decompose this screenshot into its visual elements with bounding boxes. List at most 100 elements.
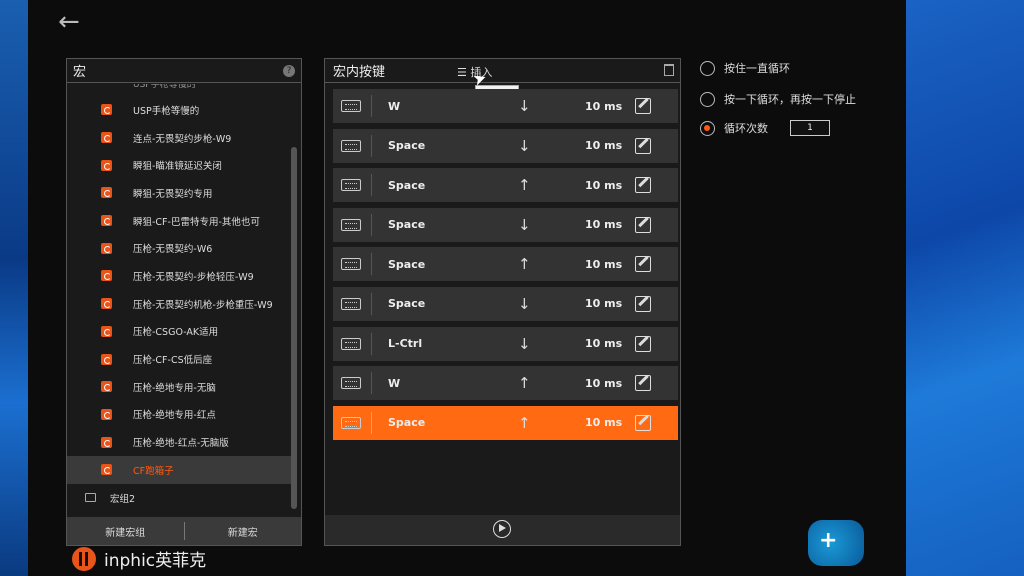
- macro-icon: [101, 270, 112, 282]
- list-item-label: 压枪-CSGO-AK适用: [133, 327, 219, 339]
- loop-count-input[interactable]: 1: [790, 120, 830, 136]
- row-divider: [371, 253, 372, 276]
- play-icon[interactable]: [493, 520, 511, 538]
- key-rows: W ↓ 10 ms Space ↓ 10 ms Space ↑ 10 ms Space ↓ 10…: [333, 89, 678, 445]
- back-arrow-icon[interactable]: ←: [58, 8, 86, 36]
- macro-icon: [101, 436, 112, 448]
- new-group-button[interactable]: 新建宏组: [67, 524, 184, 539]
- keyboard-icon: [341, 218, 361, 231]
- list-item-label: 压枪-绝地专用-无脑: [133, 382, 216, 394]
- site-watermark: [808, 520, 864, 566]
- key-delay: 10 ms: [585, 218, 623, 232]
- list-item-label: 压枪-CF-CS低后座: [133, 355, 213, 367]
- help-icon[interactable]: ?: [283, 64, 295, 77]
- key-name: W: [388, 376, 401, 390]
- key-name: Space: [388, 139, 426, 153]
- key-delay: 10 ms: [585, 257, 623, 271]
- key-name: Space: [388, 297, 426, 311]
- key-row[interactable]: W ↓ 10 ms: [333, 89, 678, 123]
- key-row[interactable]: Space ↓ 10 ms: [333, 128, 678, 163]
- key-direction-icon: ↑: [518, 176, 531, 195]
- edit-icon[interactable]: [635, 256, 651, 273]
- macro-list-header: 宏 ?: [67, 59, 301, 83]
- list-item-selected[interactable]: CF跑箱子: [67, 455, 295, 484]
- key-name: L-Ctrl: [388, 337, 423, 351]
- key-row-selected[interactable]: Space ↑ 10 ms: [333, 405, 678, 440]
- key-delay: 10 ms: [585, 297, 623, 311]
- keyboard-icon: [341, 100, 361, 112]
- brand-logo: inphic英菲克: [72, 546, 206, 571]
- radio-loop-count[interactable]: [700, 120, 715, 136]
- row-divider: [371, 372, 372, 395]
- edit-icon[interactable]: [635, 335, 651, 352]
- edit-icon[interactable]: [635, 414, 651, 431]
- macro-group-label: 宏组2: [110, 493, 136, 505]
- key-direction-icon: ↑: [518, 255, 531, 274]
- row-divider: [371, 174, 372, 197]
- brand-name: inphic英菲克: [104, 551, 207, 571]
- edit-icon[interactable]: [635, 177, 651, 194]
- key-direction-icon: ↓: [518, 334, 531, 353]
- toggle-loop-label: 按一下循环，再按一下停止: [724, 93, 856, 106]
- key-name: Space: [388, 178, 426, 192]
- list-item[interactable]: 瞬狙-瞄准镜延迟关闭: [67, 151, 295, 179]
- keyboard-icon: [341, 337, 361, 350]
- radio-toggle-loop[interactable]: [700, 91, 715, 107]
- list-item[interactable]: 压枪-无畏契约机枪-步枪重压-W9: [67, 290, 295, 318]
- list-item[interactable]: 连点-无畏契约步枪-W9: [67, 124, 295, 152]
- list-item[interactable]: 压枪-绝地专用-无脑: [67, 373, 295, 401]
- list-item-label: CF跑箱子: [133, 465, 174, 477]
- edit-icon[interactable]: [635, 137, 651, 154]
- keyboard-icon: [341, 179, 361, 192]
- key-row[interactable]: Space ↓ 10 ms: [333, 207, 678, 242]
- edit-icon[interactable]: [635, 216, 651, 233]
- list-item[interactable]: 压枪-CF-CS低后座: [67, 345, 295, 373]
- option-hold-loop[interactable]: 按住一直循环: [700, 60, 790, 76]
- macro-list[interactable]: USP手枪等慢的 USP手枪等慢的 连点-无畏契约步枪-W9 瞬狙-瞄准镜延迟关…: [67, 84, 295, 516]
- row-divider: [371, 95, 372, 117]
- edit-icon[interactable]: [635, 98, 651, 114]
- macro-icon: [101, 464, 112, 476]
- keyboard-icon: [341, 416, 361, 429]
- list-item[interactable]: 压枪-无畏契约-W6: [67, 234, 295, 262]
- option-toggle-loop[interactable]: 按一下循环，再按一下停止: [700, 91, 856, 107]
- key-direction-icon: ↓: [518, 97, 531, 115]
- key-row[interactable]: Space ↑ 10 ms: [333, 247, 678, 282]
- key-row[interactable]: W ↑ 10 ms: [333, 366, 678, 401]
- list-item[interactable]: 压枪-CSGO-AK适用: [67, 318, 295, 346]
- list-item-partial: USP手枪等慢的: [133, 84, 196, 90]
- list-item[interactable]: 压枪-绝地-红点-无脑版: [67, 428, 295, 456]
- macro-icon: [101, 408, 112, 420]
- macro-icon: [101, 381, 112, 393]
- row-divider: [371, 134, 372, 157]
- key-delay: 10 ms: [585, 139, 623, 153]
- keyboard-icon: [341, 377, 361, 390]
- list-item[interactable]: 压枪-无畏契约-步枪轻压-W9: [67, 262, 295, 290]
- macro-keys-header: 宏内按键 ☰ 插入: [325, 59, 680, 83]
- key-delay: 10 ms: [585, 337, 623, 351]
- key-row[interactable]: Space ↓ 10 ms: [333, 286, 678, 321]
- macro-list-panel: 宏 ? USP手枪等慢的 USP手枪等慢的 连点-无畏契约步枪-W9 瞬狙-瞄准…: [66, 58, 302, 546]
- trash-icon[interactable]: [664, 64, 674, 76]
- list-item[interactable]: 瞬狙-CF-巴雷特专用-其他也可: [67, 207, 295, 235]
- edit-icon[interactable]: [635, 295, 651, 312]
- macro-group-item[interactable]: 宏组2: [67, 484, 295, 512]
- macro-list-scrollbar[interactable]: [291, 147, 297, 509]
- list-item[interactable]: 瞬狙-无畏契约专用: [67, 179, 295, 207]
- edit-icon[interactable]: [635, 375, 651, 392]
- radio-hold-loop[interactable]: [700, 60, 715, 76]
- macro-icon: [101, 159, 112, 171]
- macro-icon: [101, 353, 112, 365]
- new-macro-button[interactable]: 新建宏: [185, 524, 302, 539]
- option-loop-count[interactable]: 循环次数 1: [700, 120, 830, 136]
- row-divider: [371, 332, 372, 355]
- key-row[interactable]: L-Ctrl ↓ 10 ms: [333, 326, 678, 361]
- desktop-background-right: [906, 0, 1024, 576]
- keyboard-icon: [341, 139, 361, 152]
- key-delay: 10 ms: [585, 178, 623, 192]
- list-item[interactable]: 压枪-绝地专用-红点: [67, 401, 295, 429]
- list-item-label: 压枪-无畏契约-W6: [133, 244, 213, 256]
- list-item[interactable]: USP手枪等慢的: [67, 96, 295, 124]
- key-row[interactable]: Space ↑ 10 ms: [333, 168, 678, 203]
- macro-keys-title: 宏内按键: [333, 65, 386, 80]
